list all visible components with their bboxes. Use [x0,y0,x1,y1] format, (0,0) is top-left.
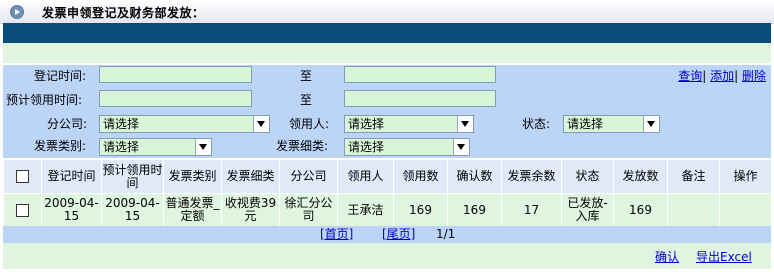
column-header: 领用人 [337,159,394,194]
receiver-select-value: 请选择 [348,117,385,131]
action-links: 查询| 添加| 删除 [678,69,766,83]
delete-link[interactable]: 删除 [742,69,766,83]
column-header: 操作 [719,159,772,194]
receiver-label: 领用人: [289,117,330,131]
column-header: 备注 [667,159,720,194]
column-header: 发票余数 [501,159,562,194]
company-cell: 徐汇分公司 [279,193,338,227]
export-excel-link[interactable]: 导出Excel [696,248,752,265]
row-select-cell [3,193,42,227]
row-checkbox[interactable] [16,203,29,217]
invoice-detail-select[interactable]: 请选择 [344,138,470,156]
company-select-value: 请选择 [103,117,140,131]
invoice-detail-label: 发票细类: [276,139,329,153]
query-link[interactable]: 查询 [678,69,702,83]
last-page-link[interactable]: [尾页] [382,226,415,243]
column-header: 发票细类 [221,159,280,194]
note-cell [667,193,720,227]
column-header: 预计领用时间 [101,159,164,194]
receiver-cell: 王承洁 [337,193,394,227]
chevron-down-icon[interactable] [253,116,269,132]
remaining-cell: 17 [501,193,562,227]
invoice-type-select[interactable]: 请选择 [99,138,212,156]
qty-cell: 169 [393,193,448,227]
confirm-link[interactable]: 确认 [655,248,679,265]
table-row: 2009-04-15 2009-04-15 普通发票_定额 收视费39元 徐汇分… [3,193,772,227]
company-label: 分公司: [47,117,88,131]
invoice-detail-cell: 收视费39元 [221,193,280,227]
chevron-down-icon[interactable] [453,139,469,155]
confirmed-cell: 169 [447,193,502,227]
column-header: 发票类别 [163,159,222,194]
select-all-cell [3,159,42,194]
column-header: 确认数 [447,159,502,194]
page-title: 发票申领登记及财务部发放： [42,6,205,20]
invoice-type-label: 发票类别: [34,139,87,153]
add-link[interactable]: 添加 [710,69,734,83]
select-all-checkbox[interactable] [16,170,29,183]
column-header: 登记时间 [41,159,102,194]
column-header: 状态 [561,159,614,194]
status-select-value: 请选择 [567,117,604,131]
page-info: 1/1 [436,227,456,241]
plan-time-end-input[interactable] [344,90,496,107]
reg-time-end-input[interactable] [344,66,496,83]
company-select[interactable]: 请选择 [99,115,270,133]
issued-cell: 169 [613,193,668,227]
invoice-detail-select-value: 请选择 [348,140,385,154]
chevron-down-icon[interactable] [195,139,211,155]
plan-time-label: 预计领用时间: [6,93,83,107]
play-circle-icon [10,5,24,19]
invoice-type-cell: 普通发票_定额 [163,193,222,227]
pagination: [首页] [尾页] 1/1 [3,226,771,243]
status-select[interactable]: 请选择 [563,115,660,133]
chevron-down-icon[interactable] [457,116,473,132]
plan-time-cell: 2009-04-15 [101,193,164,227]
operation-cell [719,193,772,227]
reg-time-start-input[interactable] [99,66,252,83]
spacer-band [3,43,771,63]
status-cell: 已发放-入库 [561,193,614,227]
reg-time-label: 登记时间: [34,69,87,83]
chevron-down-icon[interactable] [643,116,659,132]
title-bar: 发票申领登记及财务部发放： [0,0,774,24]
first-page-link[interactable]: [首页] [320,226,353,243]
column-header: 分公司 [279,159,338,194]
invoice-type-select-value: 请选择 [103,140,140,154]
invoice-table: 登记时间 预计领用时间 发票类别 发票细类 分公司 领用人 领用数 确认数 发票… [3,159,772,227]
status-label: 状态: [522,117,551,131]
nav-band [3,23,771,43]
footer-bar: 确认 导出Excel [3,243,771,269]
plan-time-start-input[interactable] [99,90,252,107]
table-header-row: 登记时间 预计领用时间 发票类别 发票细类 分公司 领用人 领用数 确认数 发票… [3,159,772,194]
to-label: 至 [300,69,313,83]
to-label: 至 [300,93,313,107]
column-header: 领用数 [393,159,448,194]
column-header: 发放数 [613,159,668,194]
reg-time-cell: 2009-04-15 [41,193,102,227]
receiver-select[interactable]: 请选择 [344,115,474,133]
